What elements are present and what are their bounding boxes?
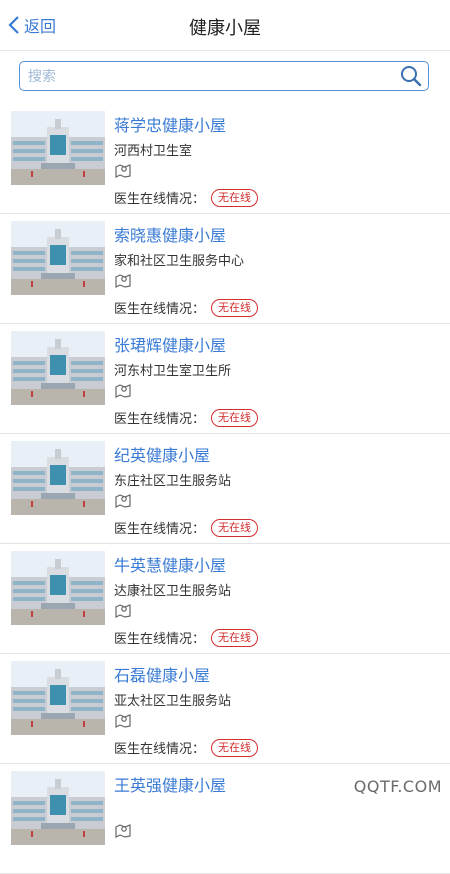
- status-label: 医生在线情况：: [114, 192, 206, 207]
- map-pin-icon[interactable]: [114, 822, 132, 842]
- search-input[interactable]: [26, 66, 390, 88]
- status-badge: 无在线: [211, 188, 259, 207]
- search-bar[interactable]: [19, 61, 429, 91]
- clinic-name[interactable]: 张珺辉健康小屋: [114, 332, 226, 356]
- status-badge: 无在线: [211, 518, 259, 537]
- status-badge: 无在线: [211, 298, 259, 317]
- doctor-status: 医生在线情况： 无在线: [114, 188, 259, 207]
- clinic-thumbnail: [11, 661, 105, 735]
- clinic-name[interactable]: 王英强健康小屋: [114, 772, 226, 796]
- status-badge: 无在线: [211, 738, 259, 757]
- map-pin-icon[interactable]: [114, 272, 132, 292]
- status-label: 医生在线情况：: [114, 632, 206, 647]
- clinic-name[interactable]: 索晓惠健康小屋: [114, 222, 226, 246]
- clinic-thumbnail: [11, 441, 105, 515]
- status-badge: 无在线: [211, 408, 259, 427]
- status-label: 医生在线情况：: [114, 742, 206, 757]
- clinic-address: 河东村卫生室卫生所: [114, 364, 232, 379]
- doctor-status: 医生在线情况： 无在线: [114, 408, 259, 427]
- map-pin-icon[interactable]: [114, 712, 132, 732]
- clinic-address: 亚太社区卫生服务站: [114, 694, 232, 709]
- clinic-thumbnail: [11, 551, 105, 625]
- clinic-thumbnail: [11, 771, 105, 845]
- map-pin-icon[interactable]: [114, 492, 132, 512]
- clinic-name[interactable]: 牛英慧健康小屋: [114, 552, 226, 576]
- status-badge: 无在线: [211, 628, 259, 647]
- status-label: 医生在线情况：: [114, 412, 206, 427]
- doctor-status: 医生在线情况： 无在线: [114, 298, 259, 317]
- clinic-address: 达康社区卫生服务站: [114, 584, 232, 599]
- search-icon[interactable]: [400, 65, 422, 87]
- map-pin-icon[interactable]: [114, 382, 132, 402]
- clinic-name[interactable]: 纪英健康小屋: [114, 442, 210, 466]
- clinic-thumbnail: [11, 221, 105, 295]
- watermark: QQTF.COM: [353, 777, 442, 796]
- map-pin-icon[interactable]: [114, 602, 132, 622]
- list-item[interactable]: 张珺辉健康小屋 河东村卫生室卫生所 医生在线情况： 无在线: [0, 324, 450, 434]
- doctor-status: 医生在线情况： 无在线: [114, 738, 259, 757]
- health-hut-list: 蒋学忠健康小屋 河西村卫生室 医生在线情况： 无在线 索晓惠健康小屋 家和社区卫…: [0, 104, 450, 874]
- clinic-address: 东庄社区卫生服务站: [114, 474, 232, 489]
- list-item[interactable]: 纪英健康小屋 东庄社区卫生服务站 医生在线情况： 无在线: [0, 434, 450, 544]
- list-item[interactable]: 索晓惠健康小屋 家和社区卫生服务中心 医生在线情况： 无在线: [0, 214, 450, 324]
- nav-bar: 返回 健康小屋: [0, 0, 450, 51]
- clinic-name[interactable]: 石磊健康小屋: [114, 662, 210, 686]
- clinic-thumbnail: [11, 331, 105, 405]
- status-label: 医生在线情况：: [114, 522, 206, 537]
- doctor-status: 医生在线情况： 无在线: [114, 628, 259, 647]
- page-title: 健康小屋: [189, 18, 261, 39]
- list-item[interactable]: 牛英慧健康小屋 达康社区卫生服务站 医生在线情况： 无在线: [0, 544, 450, 654]
- clinic-address: 家和社区卫生服务中心: [114, 254, 245, 269]
- clinic-name[interactable]: 蒋学忠健康小屋: [114, 112, 226, 136]
- list-item[interactable]: 蒋学忠健康小屋 河西村卫生室 医生在线情况： 无在线: [0, 104, 450, 214]
- doctor-status: 医生在线情况： 无在线: [114, 518, 259, 537]
- list-item[interactable]: 石磊健康小屋 亚太社区卫生服务站 医生在线情况： 无在线: [0, 654, 450, 764]
- clinic-address: 河西村卫生室: [114, 144, 193, 159]
- status-label: 医生在线情况：: [114, 302, 206, 317]
- map-pin-icon[interactable]: [114, 162, 132, 182]
- clinic-thumbnail: [11, 111, 105, 185]
